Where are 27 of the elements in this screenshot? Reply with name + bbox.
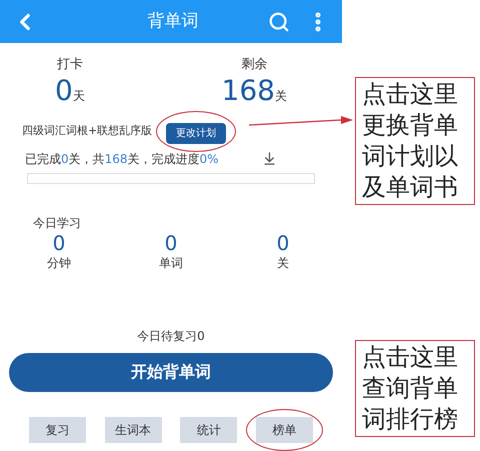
download-icon[interactable] [262,151,277,166]
stat-unit: 关 [275,88,287,104]
callout-box: 点击这里更换背单词计划以及单词书 [355,77,475,205]
start-button[interactable]: 开始背单词 [9,352,333,392]
today-value: 0 [164,232,178,254]
stat-value: 168 [222,74,275,106]
plan-name: 四级词汇词根+联想乱序版 [22,122,152,139]
progress-text: 已完成0关，共168关，完成进度0% [25,150,219,168]
header-title: 背单词 [146,10,200,33]
callout-box: 点击这里查询背单词排行榜 [355,340,475,437]
change-plan-button[interactable]: 更改计划 [166,122,226,144]
stat-label: 剩余 [241,56,268,74]
stat-value: 0 [55,74,73,106]
nav-button[interactable]: 榜单 [256,416,313,442]
nav-button[interactable]: 生词本 [104,416,162,442]
today-unit: 关 [277,254,289,272]
stat-unit: 天 [72,88,85,104]
review-count: 今日待复习0 [137,328,205,344]
today-value: 0 [276,232,290,254]
today-unit: 单词 [159,254,183,272]
today-unit: 分钟 [47,254,71,272]
today-value: 0 [52,232,66,254]
stat-label: 打卡 [56,56,83,74]
nav-button[interactable]: 统计 [180,416,238,442]
nav-button[interactable]: 复习 [29,416,86,442]
today-title: 今日学习 [33,214,82,232]
search-icon[interactable] [268,10,290,32]
